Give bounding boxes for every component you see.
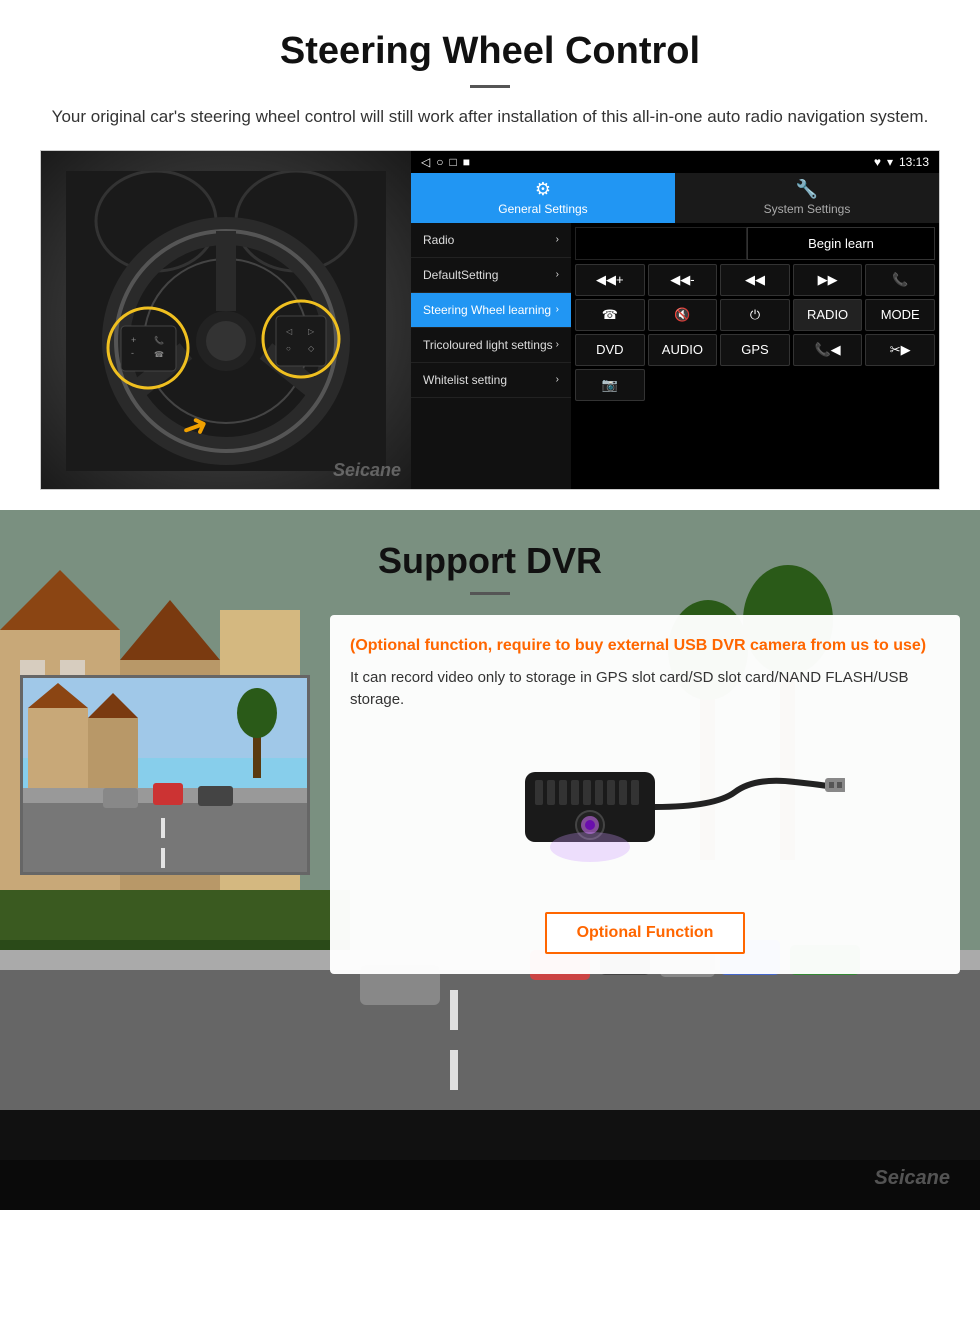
dvr-camera-svg (445, 732, 845, 892)
chevron-right-icon3: › (556, 304, 559, 315)
steering-wheel-inner: + - 📞 ☎ ◁ ▷ ○ ◇ ➜ Seicane (41, 151, 411, 490)
nav-back: ◁ (421, 155, 430, 169)
ctrl-gps[interactable]: GPS (720, 334, 790, 366)
svg-text:◇: ◇ (308, 344, 315, 353)
chevron-right-icon4: › (556, 339, 559, 350)
dvr-camera-illustration (350, 727, 940, 897)
ctrl-dvd[interactable]: DVD (575, 334, 645, 366)
section2-divider (470, 592, 510, 595)
ctrl-mute[interactable]: 🔇 (648, 299, 718, 331)
settings-main-content: Radio › DefaultSetting › Steering Wheel … (411, 223, 939, 489)
menu-item-tricoloured-label: Tricoloured light settings (423, 338, 553, 352)
screenshot-composite: + - 📞 ☎ ◁ ▷ ○ ◇ ➜ Seicane (40, 150, 940, 490)
dvr-main-layout: (Optional function, require to buy exter… (0, 615, 980, 974)
ctrl-hangup[interactable]: ☎ (575, 299, 645, 331)
dvr-info-box: (Optional function, require to buy exter… (330, 615, 960, 974)
android-statusbar: ◁ ○ □ ■ ♥ ▾ 13:13 (411, 151, 939, 173)
ctrl-next[interactable]: ▶▶ (793, 264, 863, 296)
dvr-description: It can record video only to storage in G… (350, 667, 940, 712)
ctrl-vol-up[interactable]: ◀◀+ (575, 264, 645, 296)
chevron-right-icon: › (556, 234, 559, 245)
svg-text:📞: 📞 (154, 335, 164, 345)
begin-learn-button[interactable]: Begin learn (747, 227, 935, 260)
section1-description: Your original car's steering wheel contr… (40, 104, 940, 130)
menu-item-radio[interactable]: Radio › (411, 223, 571, 258)
svg-text:-: - (131, 348, 134, 358)
optional-function-button[interactable]: Optional Function (545, 912, 746, 954)
ctrl-phone-prev[interactable]: 📞◀ (793, 334, 863, 366)
ctrl-vol-down[interactable]: ◀◀- (648, 264, 718, 296)
ctrl-extra[interactable]: 📷 (575, 369, 645, 401)
svg-text:◁: ◁ (286, 327, 293, 336)
svg-text:+: + (131, 335, 136, 345)
tab-general-label: General Settings (498, 202, 587, 216)
menu-item-tricoloured[interactable]: Tricoloured light settings › (411, 328, 571, 363)
section2-content: Support DVR (0, 510, 980, 1004)
ctrl-radio[interactable]: RADIO (793, 299, 863, 331)
menu-item-radio-label: Radio (423, 233, 454, 247)
tab-system-label: System Settings (764, 202, 851, 216)
control-right-panel: Begin learn ◀◀+ ◀◀- ◀◀ ▶▶ 📞 ☎ 🔇 ⏻ RADIO … (571, 223, 939, 489)
svg-text:○: ○ (286, 344, 291, 353)
tab-general[interactable]: ⚙ General Settings (411, 173, 675, 223)
ctrl-call[interactable]: 📞 (865, 264, 935, 296)
menu-item-defaultsetting[interactable]: DefaultSetting › (411, 258, 571, 293)
svg-text:☎: ☎ (154, 350, 164, 359)
nav-home: ○ (436, 155, 443, 169)
watermark2: Seicane (874, 1167, 950, 1190)
menu-item-steering[interactable]: Steering Wheel learning › (411, 293, 571, 328)
steering-wheel-svg: + - 📞 ☎ ◁ ▷ ○ ◇ ➜ (66, 171, 386, 471)
ctrl-audio[interactable]: AUDIO (648, 334, 718, 366)
status-signal: ♥ (874, 155, 881, 169)
dvr-screenshot-thumbnail (20, 675, 310, 875)
tab-system[interactable]: 🔧 System Settings (675, 173, 939, 223)
chevron-right-icon2: › (556, 269, 559, 280)
nav-app: ■ (463, 155, 470, 169)
control-buttons-grid: ◀◀+ ◀◀- ◀◀ ▶▶ 📞 ☎ 🔇 ⏻ RADIO MODE DVD AUD… (575, 264, 935, 401)
gear-icon: ⚙ (535, 179, 551, 200)
steering-wheel-photo: + - 📞 ☎ ◁ ▷ ○ ◇ ➜ Seicane (41, 151, 411, 490)
system-icon: 🔧 (796, 179, 818, 200)
status-time: 13:13 (899, 155, 929, 169)
svg-text:▷: ▷ (308, 327, 315, 336)
dvr-thumbnail-svg (23, 678, 310, 875)
begin-learn-row: Begin learn (575, 227, 935, 260)
settings-left-menu: Radio › DefaultSetting › Steering Wheel … (411, 223, 571, 489)
menu-item-whitelist[interactable]: Whitelist setting › (411, 363, 571, 398)
section2-title: Support DVR (0, 530, 980, 587)
section1-title: Steering Wheel Control (40, 30, 940, 73)
status-wifi: ▾ (887, 155, 893, 169)
chevron-right-icon5: › (556, 374, 559, 385)
steering-wheel-section: Steering Wheel Control Your original car… (0, 0, 980, 510)
ctrl-mode[interactable]: MODE (865, 299, 935, 331)
ctrl-power[interactable]: ⏻ (720, 299, 790, 331)
menu-item-defaultsetting-label: DefaultSetting (423, 268, 498, 282)
dvr-optional-text: (Optional function, require to buy exter… (350, 635, 940, 657)
section1-divider (470, 85, 510, 88)
ctrl-skip-next[interactable]: ✂▶ (865, 334, 935, 366)
menu-item-steering-label: Steering Wheel learning (423, 303, 551, 317)
settings-tabs: ⚙ General Settings 🔧 System Settings (411, 173, 939, 223)
menu-item-whitelist-label: Whitelist setting (423, 373, 507, 387)
ctrl-prev[interactable]: ◀◀ (720, 264, 790, 296)
watermark1: Seicane (333, 460, 401, 481)
nav-recent: □ (449, 155, 456, 169)
dvr-section: Support DVR (0, 510, 980, 1210)
android-ui-panel: ◁ ○ □ ■ ♥ ▾ 13:13 ⚙ General Settings 🔧 S… (411, 151, 939, 489)
